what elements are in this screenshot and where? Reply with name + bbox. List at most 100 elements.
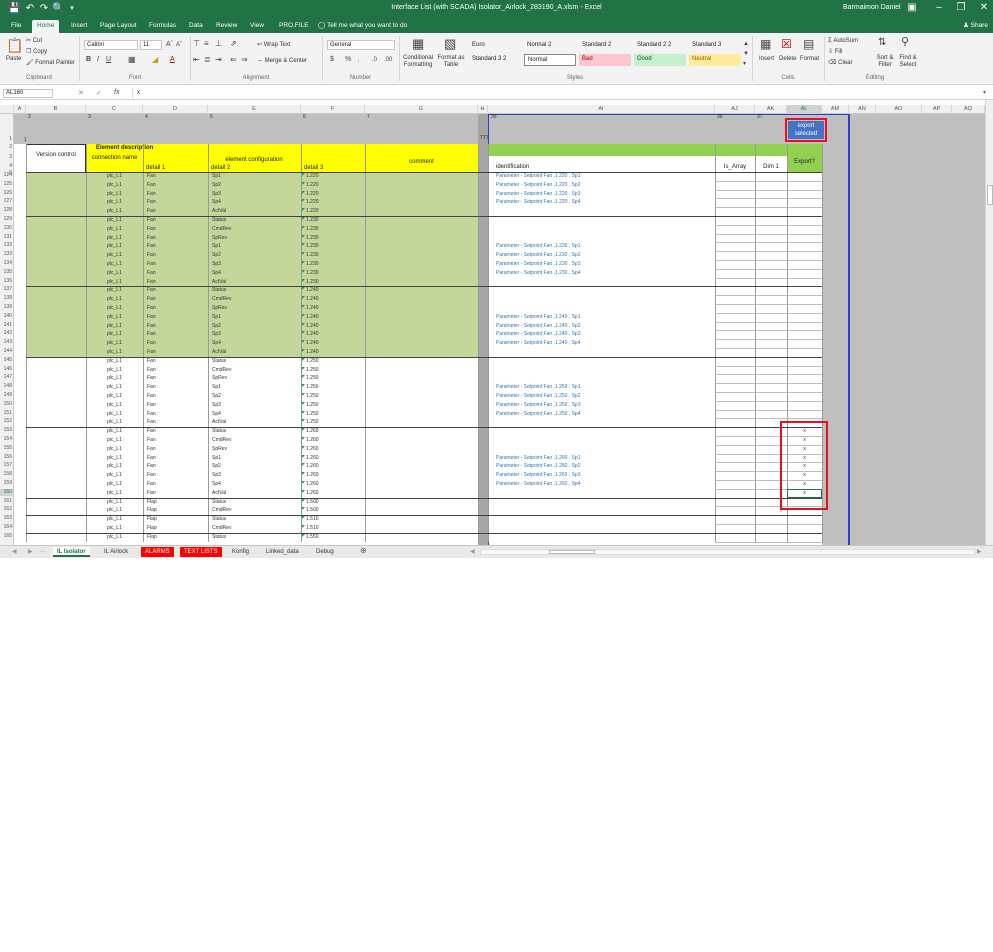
row-header[interactable]: 144 — [0, 348, 13, 355]
cell-detail3[interactable]: 1.510 — [306, 515, 319, 524]
cell-detail2[interactable]: CmdRev — [212, 524, 231, 533]
shrink-font-icon[interactable]: Aˇ — [176, 40, 182, 50]
cell-detail2[interactable]: Sp3 — [212, 471, 221, 480]
row-header[interactable]: 136 — [0, 278, 13, 285]
row-header[interactable]: 125 — [0, 181, 13, 188]
cell-connection[interactable]: plc_L1 — [86, 506, 143, 515]
cell-detail2[interactable]: CmdRev — [212, 366, 231, 375]
cell-connection[interactable]: plc_L1 — [86, 489, 143, 498]
row-header[interactable]: 126 — [0, 190, 13, 197]
delete-cells-icon[interactable]: ☒ — [781, 37, 792, 51]
cell-detail2[interactable]: ActVal — [212, 418, 226, 427]
row-header[interactable]: 130 — [0, 225, 13, 232]
row-header[interactable]: 149 — [0, 392, 13, 399]
sheet-tab-debug[interactable]: Debug — [312, 547, 338, 557]
delete-cells-label[interactable]: Delete — [779, 55, 796, 63]
cell-detail2[interactable]: SpRev — [212, 445, 227, 454]
cell-detail3[interactable]: 1.550 — [306, 533, 319, 542]
cell-detail1[interactable]: Fan — [147, 251, 156, 260]
cell-detail2[interactable]: Status — [212, 533, 226, 542]
ribbon-display-icon[interactable]: ▣ — [905, 2, 919, 14]
row-header[interactable]: 146 — [0, 366, 13, 373]
cell-connection[interactable]: plc_L1 — [86, 304, 143, 313]
cell-detail3[interactable]: 1.250 — [306, 374, 319, 383]
cell-connection[interactable]: plc_L1 — [86, 234, 143, 243]
row-header[interactable]: 160 — [0, 488, 13, 496]
cell-connection[interactable]: plc_L1 — [86, 366, 143, 375]
cell-identification[interactable]: Parameter - Setpoint Fan ,1.260 , Sp2 — [496, 462, 581, 471]
row-header[interactable]: 150 — [0, 401, 13, 408]
autosum-button[interactable]: Σ AutoSum — [828, 37, 858, 45]
align-right-icon[interactable]: ⇥ — [215, 55, 222, 65]
cell-identification[interactable]: Parameter - Setpoint Fan ,1.230 , Sp4 — [496, 269, 581, 278]
hscroll-right-icon[interactable]: ▶ — [977, 548, 982, 555]
find-select-icon[interactable]: ⚲ — [901, 36, 909, 49]
minimize-icon[interactable]: – — [932, 2, 946, 14]
col-header-e[interactable]: E — [208, 105, 301, 114]
find-select-label[interactable]: Find & Select — [896, 55, 920, 69]
grow-font-icon[interactable]: Aˆ — [166, 40, 173, 50]
cell-detail3[interactable]: 1.260 — [306, 445, 319, 454]
insert-cells-label[interactable]: Insert — [759, 55, 774, 63]
cell-detail1[interactable]: Fan — [147, 242, 156, 251]
cell-detail3[interactable]: 1.240 — [306, 330, 319, 339]
cell-identification[interactable]: Parameter - Setpoint Fan ,1.250 , Sp2 — [496, 392, 581, 401]
cell-detail3[interactable]: 1.260 — [306, 427, 319, 436]
cell-connection[interactable]: plc_L1 — [86, 260, 143, 269]
cell-detail2[interactable]: Sp1 — [212, 172, 221, 181]
cell-connection[interactable]: plc_L1 — [86, 269, 143, 278]
cell-detail1[interactable]: Fan — [147, 392, 156, 401]
row-header[interactable]: 159 — [0, 480, 13, 487]
cell-detail3[interactable]: 1.220 — [306, 198, 319, 207]
hscroll-left-icon[interactable]: ◀ — [470, 548, 475, 555]
cell-detail2[interactable]: ActVal — [212, 207, 226, 216]
format-cells-label[interactable]: Format — [800, 55, 819, 63]
style-bad[interactable]: Bad — [579, 54, 631, 66]
cell-detail3[interactable]: 1.220 — [306, 172, 319, 181]
cell-detail1[interactable]: Flap — [147, 533, 157, 542]
format-cells-icon[interactable]: ▤ — [803, 37, 814, 51]
cell-connection[interactable]: plc_L1 — [86, 436, 143, 445]
cell-detail2[interactable]: Sp3 — [212, 330, 221, 339]
row-header[interactable]: 4 — [0, 163, 13, 170]
col-header-an[interactable]: AN — [849, 105, 876, 114]
styles-scroll-down-icon[interactable]: ▼ — [743, 49, 749, 59]
col-header-b[interactable]: B — [26, 105, 86, 114]
cell-connection[interactable]: plc_L1 — [86, 181, 143, 190]
conditional-formatting-label[interactable]: Conditional Formatting — [402, 55, 434, 69]
col-header-h[interactable]: H — [478, 105, 488, 114]
col-header-d[interactable]: D — [143, 105, 208, 114]
cell-connection[interactable]: plc_L1 — [86, 427, 143, 436]
row-header[interactable]: 142 — [0, 330, 13, 337]
cell-detail2[interactable]: Sp2 — [212, 322, 221, 331]
cell-detail3[interactable]: 1.250 — [306, 418, 319, 427]
name-box[interactable]: AL160 — [3, 89, 53, 98]
cell-detail3[interactable]: 1.500 — [306, 506, 319, 515]
styles-more-icon[interactable]: ▾ — [743, 59, 746, 69]
cell-detail1[interactable]: Fan — [147, 383, 156, 392]
cell-detail3[interactable]: 1.250 — [306, 383, 319, 392]
cell-connection[interactable]: plc_L1 — [86, 401, 143, 410]
cell-connection[interactable]: plc_L1 — [86, 480, 143, 489]
cell-detail3[interactable]: 1.230 — [306, 278, 319, 287]
tab-file[interactable]: File — [6, 20, 26, 33]
align-bottom-icon[interactable]: ⊥ — [215, 39, 222, 49]
cell-detail1[interactable]: Fan — [147, 304, 156, 313]
cell-connection[interactable]: plc_L1 — [86, 392, 143, 401]
cell-identification[interactable]: Parameter - Setpoint Fan ,1.240 , Sp4 — [496, 339, 581, 348]
format-as-table-icon[interactable]: ▧ — [444, 37, 456, 51]
cell-connection[interactable]: plc_L1 — [86, 242, 143, 251]
cell-detail3[interactable]: 1.220 — [306, 207, 319, 216]
cell-detail1[interactable]: Fan — [147, 410, 156, 419]
format-painter-button[interactable]: 🖌 Format Painter — [26, 59, 75, 67]
row-header[interactable]: 143 — [0, 339, 13, 346]
decrease-decimal-icon[interactable]: .00 — [384, 55, 392, 65]
cell-connection[interactable]: plc_L1 — [86, 454, 143, 463]
sheet-tab-alarms[interactable]: ALARMS — [141, 547, 174, 557]
number-format-combo[interactable]: General — [327, 40, 395, 50]
cancel-icon[interactable]: ✕ — [78, 89, 84, 97]
sheet-tab-il-airlock[interactable]: IL Airlock — [100, 547, 132, 557]
fill-button[interactable]: ⇩ Fill — [828, 48, 842, 56]
cell-connection[interactable]: plc_L1 — [86, 471, 143, 480]
cell-detail2[interactable]: ActVal — [212, 278, 226, 287]
